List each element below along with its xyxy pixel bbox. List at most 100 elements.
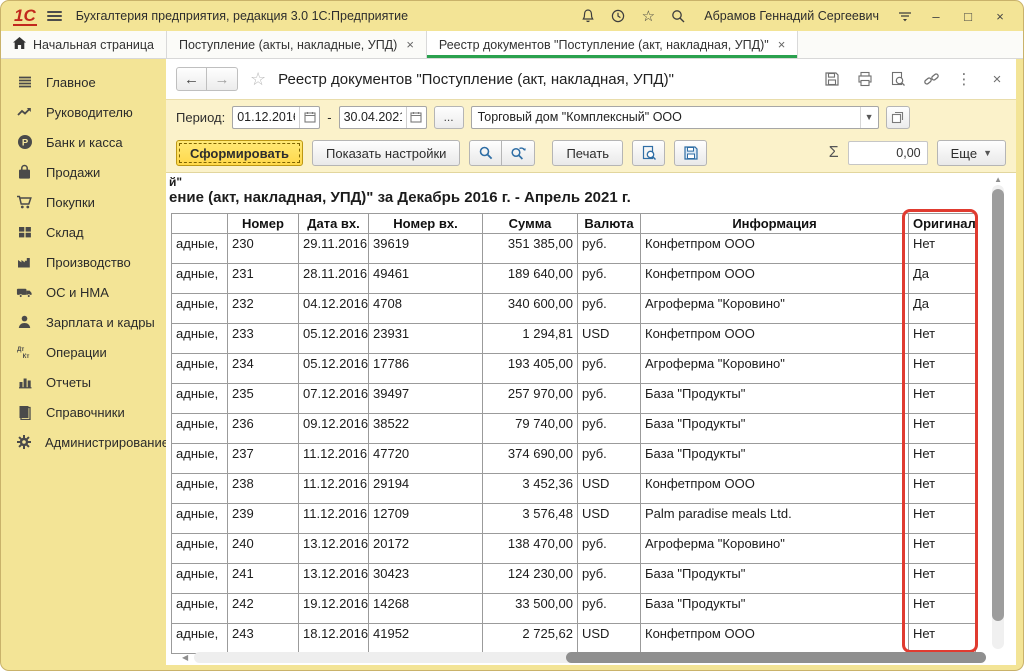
more-actions-button[interactable]: Еще ▼ — [937, 140, 1006, 166]
table-cell[interactable]: Нет — [909, 474, 976, 504]
table-cell[interactable]: USD — [578, 504, 641, 534]
history-icon[interactable] — [608, 6, 628, 26]
sidebar-item-manager[interactable]: Руководителю — [1, 97, 166, 127]
main-menu-icon[interactable] — [47, 9, 62, 23]
table-cell[interactable]: 29194 — [369, 474, 483, 504]
table-cell[interactable]: 33 500,00 — [483, 594, 578, 624]
table-cell[interactable]: 1 294,81 — [483, 324, 578, 354]
table-cell[interactable]: Конфетпром ООО — [641, 474, 909, 504]
table-row[interactable]: адные,24219.12.20161426833 500,00руб.Баз… — [172, 594, 976, 624]
table-cell[interactable]: 374 690,00 — [483, 444, 578, 474]
table-cell[interactable]: USD — [578, 624, 641, 654]
forward-button[interactable]: → — [207, 67, 238, 91]
print-icon[interactable] — [856, 70, 874, 88]
save-report-button[interactable] — [674, 140, 707, 166]
minimize-button[interactable]: – — [925, 6, 947, 26]
preview-button[interactable] — [632, 140, 665, 166]
table-cell[interactable]: адные, — [172, 474, 228, 504]
table-row[interactable]: адные,23811.12.2016291943 452,36USDКонфе… — [172, 474, 976, 504]
get-link-icon[interactable] — [922, 70, 940, 88]
sidebar-item-warehouse[interactable]: Склад — [1, 217, 166, 247]
preview-icon[interactable] — [889, 70, 907, 88]
find-button[interactable] — [469, 140, 502, 166]
generate-button[interactable]: Сформировать — [176, 140, 303, 166]
table-row[interactable]: адные,23029.11.201639619351 385,00руб.Ко… — [172, 234, 976, 264]
table-cell[interactable]: 233 — [228, 324, 299, 354]
table-cell[interactable]: 38522 — [369, 414, 483, 444]
table-cell[interactable]: Агроферма "Коровино" — [641, 354, 909, 384]
table-cell[interactable]: Конфетпром ООО — [641, 264, 909, 294]
table-cell[interactable]: 39619 — [369, 234, 483, 264]
sidebar-item-purchases[interactable]: Покупки — [1, 187, 166, 217]
table-cell[interactable]: адные, — [172, 504, 228, 534]
table-cell[interactable]: 79 740,00 — [483, 414, 578, 444]
organization-field[interactable]: Торговый дом "Комплексный" ООО ▼ — [471, 106, 879, 129]
table-cell[interactable]: 189 640,00 — [483, 264, 578, 294]
period-from-input[interactable] — [233, 110, 299, 124]
table-cell[interactable]: 241 — [228, 564, 299, 594]
table-cell[interactable]: Нет — [909, 354, 976, 384]
current-user[interactable]: Абрамов Геннадий Сергеевич — [704, 9, 879, 23]
table-cell[interactable]: База "Продукты" — [641, 564, 909, 594]
table-cell[interactable]: руб. — [578, 294, 641, 324]
table-cell[interactable]: 3 452,36 — [483, 474, 578, 504]
table-cell[interactable]: 351 385,00 — [483, 234, 578, 264]
table-cell[interactable]: 230 — [228, 234, 299, 264]
table-row[interactable]: адные,23507.12.201639497257 970,00руб.Ба… — [172, 384, 976, 414]
tab-home[interactable]: Начальная страница — [1, 31, 167, 58]
maximize-button[interactable]: □ — [957, 6, 979, 26]
table-cell[interactable]: адные, — [172, 594, 228, 624]
sidebar-item-directories[interactable]: Справочники — [1, 397, 166, 427]
scroll-up-arrow-icon[interactable]: ▲ — [994, 175, 1002, 184]
table-row[interactable]: адные,24113.12.201630423124 230,00руб.Ба… — [172, 564, 976, 594]
table-cell[interactable]: адные, — [172, 294, 228, 324]
table-cell[interactable]: Нет — [909, 384, 976, 414]
table-cell[interactable]: адные, — [172, 624, 228, 654]
table-cell[interactable]: 242 — [228, 594, 299, 624]
notifications-bell-icon[interactable] — [578, 6, 598, 26]
table-cell[interactable]: 49461 — [369, 264, 483, 294]
table-cell[interactable]: USD — [578, 474, 641, 504]
table-cell[interactable]: Palm paradise meals Ltd. — [641, 504, 909, 534]
table-cell[interactable]: 14268 — [369, 594, 483, 624]
print-button[interactable]: Печать — [552, 140, 623, 166]
table-cell[interactable]: 28.11.2016 — [299, 264, 369, 294]
table-cell[interactable]: 138 470,00 — [483, 534, 578, 564]
table-cell[interactable]: 41952 — [369, 624, 483, 654]
table-cell[interactable]: 193 405,00 — [483, 354, 578, 384]
table-cell[interactable]: База "Продукты" — [641, 594, 909, 624]
table-row[interactable]: адные,23711.12.201647720374 690,00руб.Ба… — [172, 444, 976, 474]
table-cell[interactable]: руб. — [578, 534, 641, 564]
table-row[interactable]: адные,23911.12.2016127093 576,48USDPalm … — [172, 504, 976, 534]
table-cell[interactable]: 4708 — [369, 294, 483, 324]
table-cell[interactable]: 11.12.2016 — [299, 444, 369, 474]
table-cell[interactable]: Конфетпром ООО — [641, 324, 909, 354]
window-close-button[interactable]: × — [989, 6, 1011, 26]
table-cell[interactable]: руб. — [578, 444, 641, 474]
interface-settings-icon[interactable] — [895, 6, 915, 26]
search-icon[interactable] — [668, 6, 688, 26]
sidebar-item-main[interactable]: Главное — [1, 67, 166, 97]
table-cell[interactable]: 11.12.2016 — [299, 504, 369, 534]
table-cell[interactable]: руб. — [578, 354, 641, 384]
table-cell[interactable]: адные, — [172, 234, 228, 264]
table-cell[interactable]: руб. — [578, 384, 641, 414]
table-cell[interactable]: руб. — [578, 414, 641, 444]
table-cell[interactable]: 2 725,62 — [483, 624, 578, 654]
table-cell[interactable]: адные, — [172, 534, 228, 564]
table-row[interactable]: адные,23128.11.201649461189 640,00руб.Ко… — [172, 264, 976, 294]
tab-receipts-list[interactable]: Поступление (акты, накладные, УПД) × — [167, 31, 427, 58]
table-cell[interactable]: Да — [909, 294, 976, 324]
sidebar-item-operations[interactable]: ДтКтОперации — [1, 337, 166, 367]
table-cell[interactable]: 05.12.2016 — [299, 324, 369, 354]
table-cell[interactable]: 243 — [228, 624, 299, 654]
sidebar-item-production[interactable]: Производство — [1, 247, 166, 277]
autosum-field[interactable] — [848, 141, 928, 165]
table-cell[interactable]: адные, — [172, 264, 228, 294]
table-cell[interactable]: Нет — [909, 624, 976, 654]
tab-register-report[interactable]: Реестр документов "Поступление (акт, нак… — [427, 31, 798, 58]
table-cell[interactable]: 231 — [228, 264, 299, 294]
add-favorite-star-icon[interactable]: ☆ — [250, 69, 266, 90]
table-cell[interactable]: 39497 — [369, 384, 483, 414]
table-cell[interactable]: адные, — [172, 444, 228, 474]
